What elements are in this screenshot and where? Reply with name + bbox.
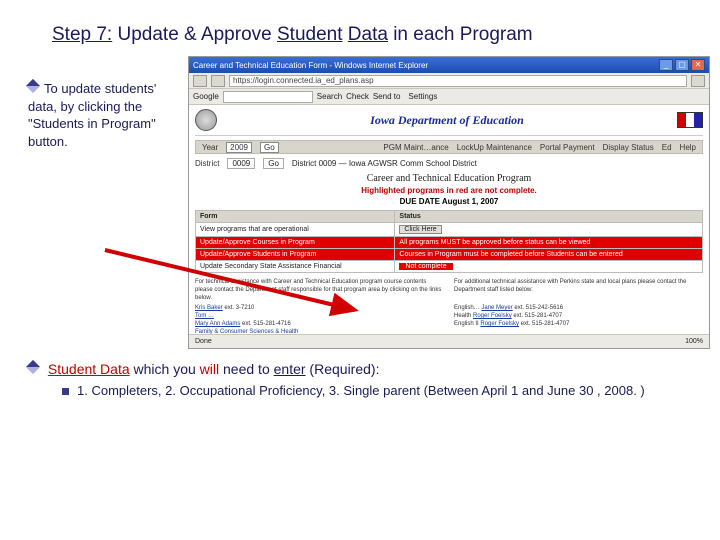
window-title-text: Career and Technical Education Form - Wi…	[193, 61, 428, 70]
bottom-section: Student Data which you will need to ente…	[0, 349, 720, 398]
form-cell[interactable]: Update/Approve Students in Program	[196, 249, 395, 261]
status-cell: All programs MUST be approved before sta…	[395, 237, 703, 249]
red-note: Highlighted programs in red are not comp…	[195, 186, 703, 195]
nav-item[interactable]: LockUp Maintenance	[457, 143, 532, 152]
bottom-sub-text: 1. Completers, 2. Occupational Proficien…	[77, 383, 645, 398]
nav-item[interactable]: Portal Payment	[540, 143, 595, 152]
bottom-student-data: Student Data	[48, 361, 130, 377]
th-form: Form	[196, 211, 395, 223]
toolbar-item[interactable]: Settings	[408, 92, 437, 101]
district-row: District 0009 Go District 0009 — Iowa AG…	[195, 158, 703, 169]
window-titlebar: Career and Technical Education Form - Wi…	[189, 57, 709, 73]
district-text: District 0009 — Iowa AGWSR Comm School D…	[292, 159, 477, 168]
status-cell: Not complete	[395, 261, 703, 273]
form-cell: View programs that are operational	[196, 223, 395, 237]
bottom-sub-bullet: 1. Completers, 2. Occupational Proficien…	[28, 377, 692, 398]
status-cell: Courses in Program must be completed bef…	[395, 249, 703, 261]
address-input[interactable]: https://login.connected.ia_ed_plans.asp	[229, 75, 687, 87]
year-value[interactable]: 2009	[226, 142, 252, 153]
search-box[interactable]	[223, 91, 313, 103]
form-cell[interactable]: Update/Approve Courses in Program	[196, 237, 395, 249]
click-here-button[interactable]: Click Here	[399, 225, 441, 234]
title-suffix: in each Program	[388, 24, 533, 45]
go-button[interactable]	[691, 75, 705, 87]
left-note-text: To update students' data, by clicking th…	[28, 81, 156, 149]
back-button[interactable]	[193, 75, 207, 87]
cte-heading: Career and Technical Education Program	[195, 173, 703, 184]
diamond-bullet-icon	[26, 79, 40, 93]
form-cell[interactable]: Update Secondary State Assistance Financ…	[196, 261, 395, 273]
browser-status-bar: Done 100%	[189, 334, 709, 348]
nav-item[interactable]: Help	[680, 143, 696, 152]
th-status: Status	[395, 211, 703, 223]
due-note: DUE DATE August 1, 2007	[195, 197, 703, 206]
bottom-will: will	[200, 361, 219, 377]
minimize-button[interactable]: _	[659, 59, 673, 71]
district-go[interactable]: Go	[263, 158, 284, 169]
district-label: District	[195, 159, 219, 168]
contact-link[interactable]: Jane Meyer	[481, 305, 512, 311]
toolbar-row: Google Search Check Send to Settings	[189, 89, 709, 105]
square-bullet-icon	[62, 388, 69, 395]
status-left: Done	[195, 338, 212, 345]
table-row: Update Secondary State Assistance Financ…	[196, 261, 703, 273]
browser-screenshot: Career and Technical Education Form - Wi…	[188, 56, 710, 349]
toolbar-item[interactable]: Search	[317, 92, 342, 101]
contact-link[interactable]: Roger Foelsky	[480, 321, 519, 327]
toolbar-item[interactable]: Google	[193, 92, 219, 101]
nav-bar: Year 2009 Go PGM Maint…ance LockUp Maint…	[195, 140, 703, 154]
status-cell: Click Here	[395, 223, 703, 237]
year-go[interactable]: Go	[260, 142, 279, 153]
title-student: Student	[277, 24, 343, 45]
title-data: Data	[348, 24, 388, 45]
table-row: Update/Approve Students in Program Cours…	[196, 249, 703, 261]
bottom-line1: Student Data which you will need to ente…	[28, 361, 692, 377]
not-complete-badge: Not complete	[399, 263, 452, 270]
slide-title: Step 7: Update & Approve Student Data in…	[0, 0, 720, 56]
flag-icon	[677, 112, 703, 128]
maximize-button[interactable]: ▢	[675, 59, 689, 71]
contact-link[interactable]: Tom …	[195, 313, 214, 319]
page-content: Iowa Department of Education Year 2009 G…	[189, 105, 709, 348]
title-mid1: Update & Approve	[112, 24, 277, 45]
address-bar-row: https://login.connected.ia_ed_plans.asp	[189, 73, 709, 89]
nav-item[interactable]: PGM Maint…ance	[383, 143, 448, 152]
diamond-bullet-icon	[26, 360, 40, 374]
contact-link[interactable]: Mary Ann Adams	[195, 321, 240, 327]
forward-button[interactable]	[211, 75, 225, 87]
toolbar-item[interactable]: Send to	[373, 92, 401, 101]
footer-intro: For technical assistance with Career and…	[195, 279, 444, 302]
nav-item[interactable]: Display Status	[603, 143, 654, 152]
year-label: Year	[202, 143, 218, 152]
table-row: Update/Approve Courses in Program All pr…	[196, 237, 703, 249]
doe-title: Iowa Department of Education	[223, 113, 671, 128]
bottom-enter: enter	[274, 361, 306, 377]
forms-table: Form Status View programs that are opera…	[195, 210, 703, 273]
nav-item[interactable]: Ed	[662, 143, 672, 152]
title-step: Step 7:	[52, 24, 112, 45]
footer-intro2: For additional technical assistance with…	[454, 279, 703, 302]
district-code[interactable]: 0009	[227, 158, 255, 169]
doe-header: Iowa Department of Education	[195, 109, 703, 136]
table-row: View programs that are operational Click…	[196, 223, 703, 237]
state-seal-icon	[195, 109, 217, 131]
zoom-level[interactable]: 100%	[685, 338, 703, 345]
toolbar-item[interactable]: Check	[346, 92, 369, 101]
close-button[interactable]: ✕	[691, 59, 705, 71]
contact-link[interactable]: Roger Foelsky	[473, 313, 512, 319]
left-note: To update students' data, by clicking th…	[28, 56, 188, 349]
contact-link[interactable]: Kris Baker	[195, 305, 223, 311]
